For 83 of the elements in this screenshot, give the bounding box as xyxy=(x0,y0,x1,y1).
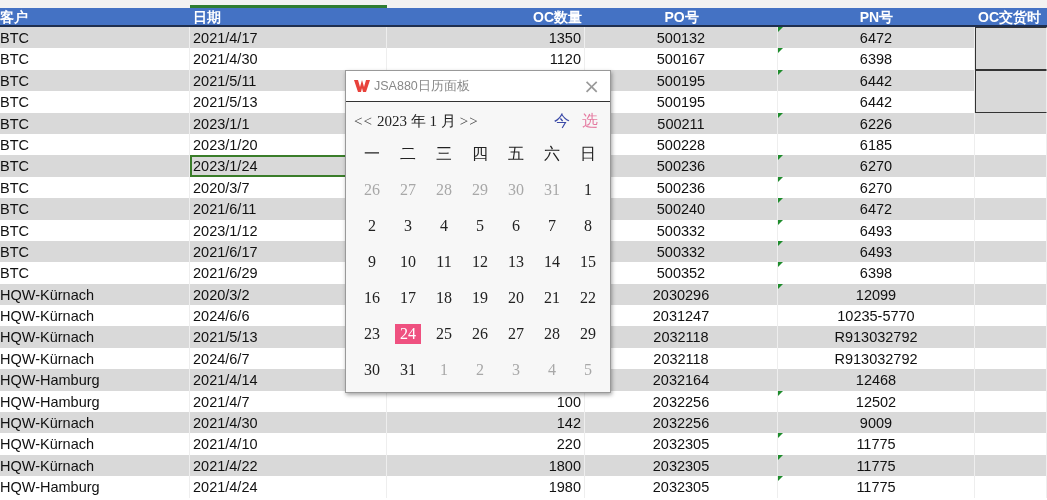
calendar-day[interactable]: 18 xyxy=(433,288,455,308)
calendar-day[interactable]: 6 xyxy=(509,216,523,236)
table-cell: 6472 xyxy=(859,201,893,218)
calendar-day[interactable]: 20 xyxy=(505,288,527,308)
table-cell: 11775 xyxy=(856,479,896,496)
table-cell[interactable]: 2021/4/22 xyxy=(190,454,387,477)
table-cell: BTC xyxy=(0,112,190,135)
calendar-day[interactable]: 21 xyxy=(541,288,563,308)
calendar-day[interactable]: 27 xyxy=(505,324,527,344)
table-cell: 12099 xyxy=(855,286,897,303)
table-cell: 6442 xyxy=(859,94,893,111)
table-cell: 6398 xyxy=(859,265,893,282)
today-button[interactable]: 今 xyxy=(550,110,574,132)
calendar-day[interactable]: 31 xyxy=(397,360,419,380)
calendar-day[interactable]: 4 xyxy=(437,216,451,236)
calendar-day[interactable]: 13 xyxy=(505,252,527,272)
calendar-day[interactable]: 5 xyxy=(473,216,487,236)
table-cell: 2032256 xyxy=(585,412,778,435)
calendar-day[interactable]: 11 xyxy=(433,252,455,272)
table-cell: BTC xyxy=(0,240,190,263)
table-cell: 6442 xyxy=(859,72,893,89)
table-cell: 2032305 xyxy=(585,454,778,477)
table-cell: 6472 xyxy=(859,30,893,46)
table-cell: 2032305 xyxy=(585,476,778,499)
table-cell: 10235-5770 xyxy=(837,308,915,325)
table-cell: BTC xyxy=(0,69,190,92)
table-cell: 11775 xyxy=(856,436,896,453)
table-cell: 500132 xyxy=(585,27,778,49)
column-header[interactable]: PO号 xyxy=(585,8,778,27)
calendar-day[interactable]: 14 xyxy=(541,252,563,272)
next-button[interactable]: >> xyxy=(459,112,479,130)
calendar-day[interactable]: 12 xyxy=(469,252,491,272)
column-header[interactable]: 客户 xyxy=(0,8,190,27)
table-cell: 12502 xyxy=(855,393,897,410)
table-cell[interactable]: 2021/4/17 xyxy=(190,27,387,49)
calendar-day[interactable]: 10 xyxy=(397,252,419,272)
table-cell: 1800 xyxy=(387,454,585,477)
table-cell[interactable]: 2021/4/24 xyxy=(190,476,387,499)
column-header[interactable]: PN号 xyxy=(778,8,975,27)
table-cell: 6270 xyxy=(859,179,893,196)
calendar-day[interactable]: 3 xyxy=(401,216,415,236)
table-cell: 9009 xyxy=(859,415,893,432)
table-cell: 1350 xyxy=(387,27,585,49)
table-cell: HQW-Kürnach xyxy=(0,283,190,306)
table-cell: 6226 xyxy=(859,115,893,132)
table-cell[interactable]: 2023/1/24 xyxy=(190,155,387,178)
column-header[interactable]: 日期 xyxy=(190,8,387,27)
calendar-day[interactable]: 28 xyxy=(541,324,563,344)
table-cell: 6185 xyxy=(859,136,893,153)
table-cell: HQW-Kürnach xyxy=(0,326,190,349)
table-cell: HQW-Kürnach xyxy=(0,412,190,435)
table-cell: R913032792 xyxy=(834,350,918,367)
table-cell: 6270 xyxy=(859,158,893,175)
weekday-label: 三 xyxy=(435,143,453,164)
table-cell: BTC xyxy=(0,27,190,49)
table-cell: 1980 xyxy=(387,476,585,499)
calendar-day[interactable]: 16 xyxy=(361,288,383,308)
weekday-label: 五 xyxy=(507,143,525,164)
weekday-label: 六 xyxy=(543,143,561,164)
table-cell: HQW-Hamburg xyxy=(0,369,190,392)
table-cell: 6398 xyxy=(859,51,893,68)
table-cell: R913032792 xyxy=(834,329,918,346)
table-cell: BTC xyxy=(0,198,190,221)
calendar-day[interactable]: 26 xyxy=(469,324,491,344)
table-cell: 6493 xyxy=(859,222,893,239)
table-cell: 11775 xyxy=(856,457,896,474)
weekday-label: 二 xyxy=(399,143,417,164)
weekday-label: 四 xyxy=(471,143,489,164)
calendar-day[interactable]: 17 xyxy=(397,288,419,308)
table-cell: 6493 xyxy=(859,243,893,260)
w-logo-icon xyxy=(354,80,370,92)
table-cell: HQW-Hamburg xyxy=(0,476,190,499)
previous-button[interactable]: << xyxy=(354,112,373,130)
table-cell: 142 xyxy=(387,412,585,435)
table-cell[interactable]: 2021/4/30 xyxy=(190,412,387,435)
calendar-day[interactable]: 19 xyxy=(469,288,491,308)
table-cell: 12468 xyxy=(855,372,897,389)
calendar-day[interactable]: 25 xyxy=(433,324,455,344)
table-cell: HQW-Kürnach xyxy=(0,454,190,477)
column-header[interactable]: OC交货时 xyxy=(975,8,1047,27)
table-cell: BTC xyxy=(0,155,190,178)
calendar-day[interactable]: 7 xyxy=(545,216,559,236)
column-header[interactable]: OC数量 xyxy=(387,8,585,27)
